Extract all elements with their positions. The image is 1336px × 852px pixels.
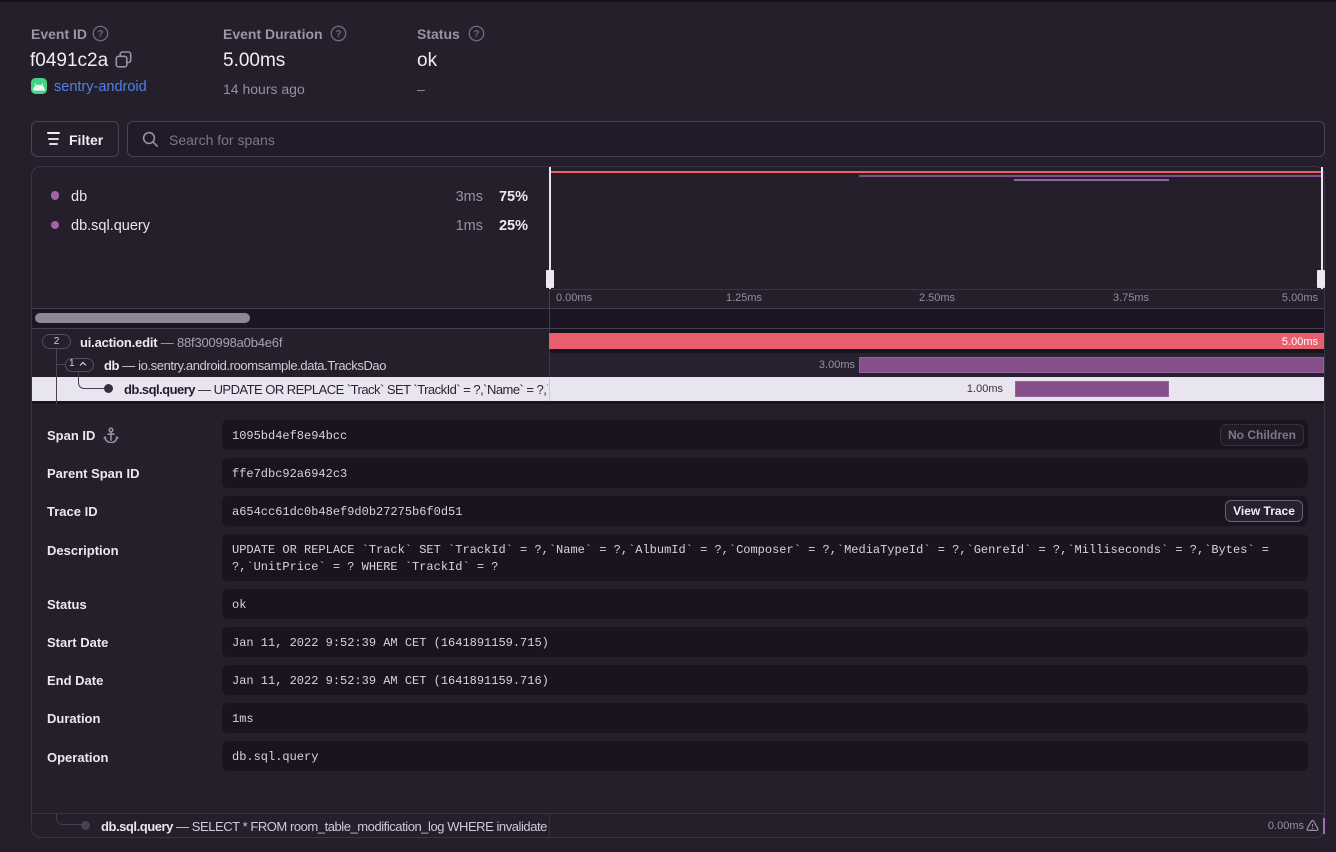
svg-text:?: ? xyxy=(97,29,103,40)
svg-text:?: ? xyxy=(335,29,341,40)
svg-text:?: ? xyxy=(473,29,479,40)
